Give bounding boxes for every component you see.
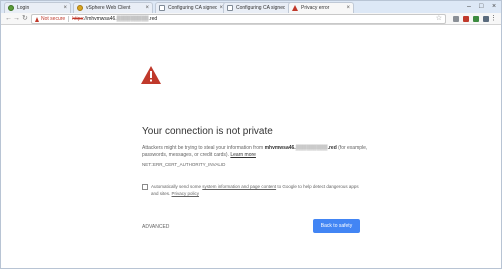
send-report-checkbox[interactable] xyxy=(142,184,148,190)
maximize-icon[interactable]: □ xyxy=(479,2,483,11)
advanced-link[interactable]: ADVANCED xyxy=(142,224,169,230)
close-icon[interactable]: × xyxy=(145,5,149,11)
error-description: Attackers might be trying to steal your … xyxy=(142,145,372,159)
tab-label: Configuring CA signed c xyxy=(236,5,286,11)
minimize-icon[interactable]: – xyxy=(467,2,471,11)
browser-window: Login × vSphere Web Client × Configuring… xyxy=(0,0,502,269)
address-bar[interactable]: Not secure https ://mhvmwsa46.▒▒▒▒▒▒▒▒▒.… xyxy=(31,14,446,24)
privacy-policy-link[interactable]: Privacy policy xyxy=(172,191,200,196)
tab-label: Login xyxy=(17,5,30,11)
not-secure-label: Not secure xyxy=(41,16,66,22)
forward-arrow-icon[interactable]: → xyxy=(13,15,20,23)
extension-icon[interactable] xyxy=(453,16,459,22)
error-code: NET::ERR_CERT_AUTHORITY_INVALID xyxy=(142,162,226,167)
extension-icon[interactable] xyxy=(473,16,479,22)
system-info-link[interactable]: system information and page content xyxy=(202,184,276,189)
menu-dots-icon[interactable]: ⋮ xyxy=(490,14,497,23)
close-window-icon[interactable]: × xyxy=(492,2,496,11)
tab-vsphere[interactable]: vSphere Web Client × xyxy=(73,2,153,13)
send-report-text: Automatically send some system informati… xyxy=(151,184,366,197)
back-arrow-icon[interactable]: ← xyxy=(5,15,12,23)
tab-label: Privacy error xyxy=(301,5,330,11)
warning-icon xyxy=(141,66,161,84)
privacy-error-page: Your connection is not private Attackers… xyxy=(1,26,501,268)
tab-label: Configuring CA signed c xyxy=(168,5,218,11)
extension-icon[interactable] xyxy=(483,16,489,22)
tab-strip: Login × vSphere Web Client × Configuring… xyxy=(1,1,501,13)
close-icon[interactable]: × xyxy=(63,5,67,11)
tab-configuring-ca-1[interactable]: Configuring CA signed c × xyxy=(155,2,227,13)
bookmark-star-icon[interactable]: ☆ xyxy=(436,15,442,23)
tab-login[interactable]: Login × xyxy=(4,2,71,13)
document-icon xyxy=(159,5,165,11)
document-icon xyxy=(227,5,233,11)
tab-label: vSphere Web Client xyxy=(86,5,131,11)
url-host: ://mhvmwsa46.▒▒▒▒▒▒▒▒▒.red xyxy=(83,16,158,22)
description-text: Attackers might be trying to steal your … xyxy=(142,145,265,151)
warning-icon xyxy=(292,5,298,11)
reload-icon[interactable]: ↻ xyxy=(22,15,28,23)
vsphere-icon xyxy=(77,5,83,11)
url-scheme: https xyxy=(72,16,84,22)
browser-toolbar: ← → ↻ Not secure https ://mhvmwsa46.▒▒▒▒… xyxy=(1,13,501,25)
extension-icon[interactable] xyxy=(463,16,469,22)
error-heading: Your connection is not private xyxy=(142,126,273,137)
warning-icon xyxy=(35,16,39,22)
close-icon[interactable]: × xyxy=(346,5,350,11)
hostname: mhvmwsa46.▒▒▒▒▒▒▒▒▒.red xyxy=(264,145,337,151)
report-text: Automatically send some xyxy=(151,184,203,189)
divider xyxy=(68,16,70,22)
tab-configuring-ca-2[interactable]: Configuring CA signed c × xyxy=(223,2,295,13)
globe-icon xyxy=(8,5,14,11)
learn-more-link[interactable]: Learn more xyxy=(230,152,256,158)
back-to-safety-button[interactable]: Back to safety xyxy=(313,219,360,233)
tab-privacy-error[interactable]: Privacy error × xyxy=(288,2,354,13)
